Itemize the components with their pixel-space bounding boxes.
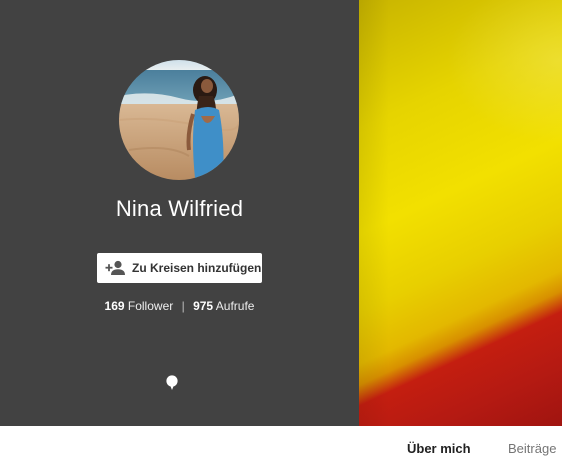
cover-shade — [359, 0, 389, 426]
profile-name: Nina Wilfried — [115, 196, 244, 221]
views-label: Aufrufe — [215, 299, 255, 313]
profile-avatar[interactable] — [119, 60, 239, 180]
tab-posts[interactable]: Beiträge — [508, 441, 556, 456]
tab-about-me[interactable]: Über mich — [407, 441, 471, 456]
followers-label: Follower — [127, 299, 174, 313]
speech-bubble-icon[interactable] — [165, 375, 179, 391]
person-add-icon — [105, 260, 127, 276]
stats-separator: | — [181, 299, 185, 313]
followers-count: 169 — [104, 299, 125, 313]
cover-photo — [359, 0, 562, 426]
profile-stats: 169 Follower | 975 Aufrufe — [0, 299, 359, 313]
views-count: 975 — [193, 299, 214, 313]
profile-tab-bar: Über mich Beiträge — [0, 426, 562, 466]
profile-panel: Nina Wilfried Zu Kreisen hinzufügen 169 … — [0, 0, 359, 426]
avatar-photo — [119, 60, 239, 180]
add-to-circles-button[interactable]: Zu Kreisen hinzufügen — [97, 253, 262, 283]
add-to-circles-label: Zu Kreisen hinzufügen — [132, 261, 262, 275]
